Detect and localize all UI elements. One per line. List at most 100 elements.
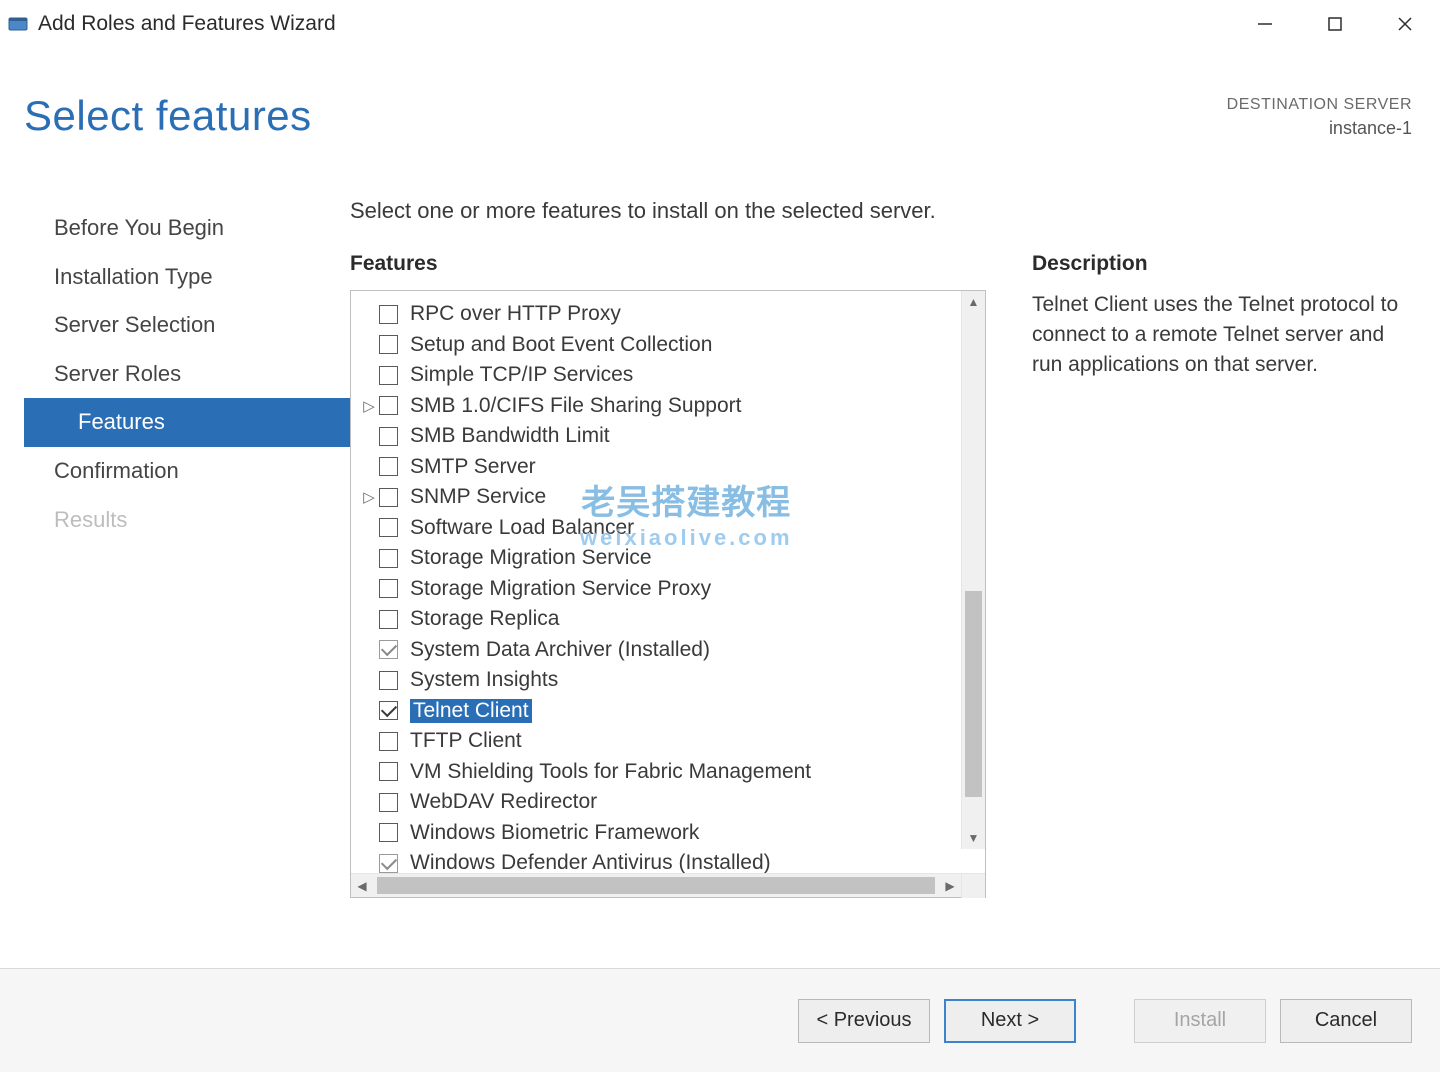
- expander-icon[interactable]: ▷: [361, 488, 377, 506]
- feature-label: TFTP Client: [410, 729, 522, 753]
- feature-checkbox[interactable]: [379, 793, 398, 812]
- feature-label: VM Shielding Tools for Fabric Management: [410, 760, 811, 784]
- feature-checkbox[interactable]: [379, 518, 398, 537]
- scroll-up-icon[interactable]: ▲: [962, 291, 985, 313]
- previous-button[interactable]: < Previous: [798, 999, 930, 1043]
- feature-row[interactable]: Telnet Client: [379, 696, 961, 727]
- feature-checkbox[interactable]: [379, 823, 398, 842]
- feature-label: Simple TCP/IP Services: [410, 363, 633, 387]
- nav-step-results: Results: [0, 496, 350, 545]
- feature-row[interactable]: Simple TCP/IP Services: [379, 360, 961, 391]
- hscrollbar-thumb[interactable]: [377, 877, 935, 894]
- feature-row[interactable]: WebDAV Redirector: [379, 787, 961, 818]
- wizard-footer: < Previous Next > Install Cancel: [0, 969, 1440, 1072]
- feature-row[interactable]: RPC over HTTP Proxy: [379, 299, 961, 330]
- scrollbar-corner: [961, 874, 985, 898]
- close-button[interactable]: [1370, 0, 1440, 48]
- feature-row[interactable]: Software Load Balancer: [379, 513, 961, 544]
- feature-row[interactable]: Storage Replica: [379, 604, 961, 635]
- feature-label: Software Load Balancer: [410, 516, 634, 540]
- feature-label: RPC over HTTP Proxy: [410, 302, 621, 326]
- title-bar: Add Roles and Features Wizard: [0, 0, 1440, 48]
- vertical-scrollbar[interactable]: ▲ ▼: [961, 291, 985, 849]
- features-listbox: RPC over HTTP Proxy Setup and Boot Event …: [350, 290, 986, 898]
- feature-row[interactable]: SMB Bandwidth Limit: [379, 421, 961, 452]
- window-title: Add Roles and Features Wizard: [38, 12, 336, 36]
- scroll-left-icon[interactable]: ◀: [351, 879, 373, 893]
- nav-step-server-roles[interactable]: Server Roles: [0, 350, 350, 399]
- destination-server-label: DESTINATION SERVER: [1227, 94, 1412, 116]
- feature-checkbox[interactable]: [379, 671, 398, 690]
- minimize-button[interactable]: [1230, 0, 1300, 48]
- wizard-body: Before You BeginInstallation TypeServer …: [0, 178, 1440, 968]
- feature-label: Windows Biometric Framework: [410, 821, 699, 845]
- feature-label: Setup and Boot Event Collection: [410, 333, 712, 357]
- description-text: Telnet Client uses the Telnet protocol t…: [1032, 290, 1410, 379]
- feature-row[interactable]: Windows Defender Antivirus (Installed): [379, 848, 961, 873]
- feature-row[interactable]: System Insights: [379, 665, 961, 696]
- feature-label: SMB Bandwidth Limit: [410, 424, 610, 448]
- feature-row[interactable]: System Data Archiver (Installed): [379, 635, 961, 666]
- wizard-nav: Before You BeginInstallation TypeServer …: [0, 178, 350, 968]
- wizard-content: Select one or more features to install o…: [350, 178, 1440, 968]
- features-column: Features RPC over HTTP Proxy Setup and Bo…: [350, 252, 986, 898]
- feature-checkbox[interactable]: [379, 610, 398, 629]
- nav-step-before-you-begin[interactable]: Before You Begin: [0, 204, 350, 253]
- feature-label: Storage Migration Service: [410, 546, 652, 570]
- nav-step-features[interactable]: Features: [24, 398, 350, 447]
- cancel-button[interactable]: Cancel: [1280, 999, 1412, 1043]
- feature-checkbox[interactable]: [379, 701, 398, 720]
- feature-checkbox[interactable]: [379, 732, 398, 751]
- feature-checkbox[interactable]: [379, 427, 398, 446]
- maximize-button[interactable]: [1300, 0, 1370, 48]
- feature-checkbox[interactable]: [379, 549, 398, 568]
- feature-row[interactable]: Storage Migration Service: [379, 543, 961, 574]
- features-label: Features: [350, 252, 986, 276]
- nav-step-confirmation[interactable]: Confirmation: [0, 447, 350, 496]
- feature-checkbox[interactable]: [379, 579, 398, 598]
- nav-step-installation-type[interactable]: Installation Type: [0, 253, 350, 302]
- feature-checkbox[interactable]: [379, 335, 398, 354]
- feature-row[interactable]: VM Shielding Tools for Fabric Management: [379, 757, 961, 788]
- window-controls: [1230, 0, 1440, 48]
- feature-label: SNMP Service: [410, 485, 546, 509]
- feature-checkbox[interactable]: [379, 396, 398, 415]
- next-button[interactable]: Next >: [944, 999, 1076, 1043]
- feature-checkbox[interactable]: [379, 640, 398, 659]
- feature-row[interactable]: Windows Biometric Framework: [379, 818, 961, 849]
- feature-label: SMB 1.0/CIFS File Sharing Support: [410, 394, 741, 418]
- feature-row[interactable]: Storage Migration Service Proxy: [379, 574, 961, 605]
- feature-checkbox[interactable]: [379, 854, 398, 873]
- feature-row[interactable]: TFTP Client: [379, 726, 961, 757]
- description-column: Description Telnet Client uses the Telne…: [1032, 252, 1410, 898]
- scrollbar-thumb[interactable]: [965, 591, 982, 797]
- feature-row[interactable]: ▷SMB 1.0/CIFS File Sharing Support: [379, 391, 961, 422]
- expander-icon[interactable]: ▷: [361, 397, 377, 415]
- scroll-right-icon[interactable]: ▶: [939, 879, 961, 893]
- feature-row[interactable]: Setup and Boot Event Collection: [379, 330, 961, 361]
- feature-row[interactable]: ▷SNMP Service: [379, 482, 961, 513]
- nav-step-server-selection[interactable]: Server Selection: [0, 301, 350, 350]
- horizontal-scrollbar[interactable]: ◀ ▶: [351, 873, 985, 897]
- feature-label: Telnet Client: [410, 699, 532, 723]
- app-icon: [6, 12, 30, 36]
- feature-label: Storage Migration Service Proxy: [410, 577, 711, 601]
- install-button[interactable]: Install: [1134, 999, 1266, 1043]
- feature-checkbox[interactable]: [379, 488, 398, 507]
- destination-server-block: DESTINATION SERVER instance-1: [1227, 94, 1412, 140]
- feature-checkbox[interactable]: [379, 762, 398, 781]
- feature-label: System Data Archiver (Installed): [410, 638, 710, 662]
- wizard-header: Select features DESTINATION SERVER insta…: [0, 48, 1440, 178]
- feature-checkbox[interactable]: [379, 305, 398, 324]
- feature-label: SMTP Server: [410, 455, 536, 479]
- feature-row[interactable]: SMTP Server: [379, 452, 961, 483]
- feature-checkbox[interactable]: [379, 366, 398, 385]
- destination-server-value: instance-1: [1227, 116, 1412, 140]
- scroll-down-icon[interactable]: ▼: [962, 827, 985, 849]
- feature-label: WebDAV Redirector: [410, 790, 597, 814]
- description-label: Description: [1032, 252, 1410, 276]
- feature-checkbox[interactable]: [379, 457, 398, 476]
- page-title: Select features: [24, 92, 312, 140]
- feature-label: Storage Replica: [410, 607, 559, 631]
- instruction-text: Select one or more features to install o…: [350, 198, 1410, 224]
